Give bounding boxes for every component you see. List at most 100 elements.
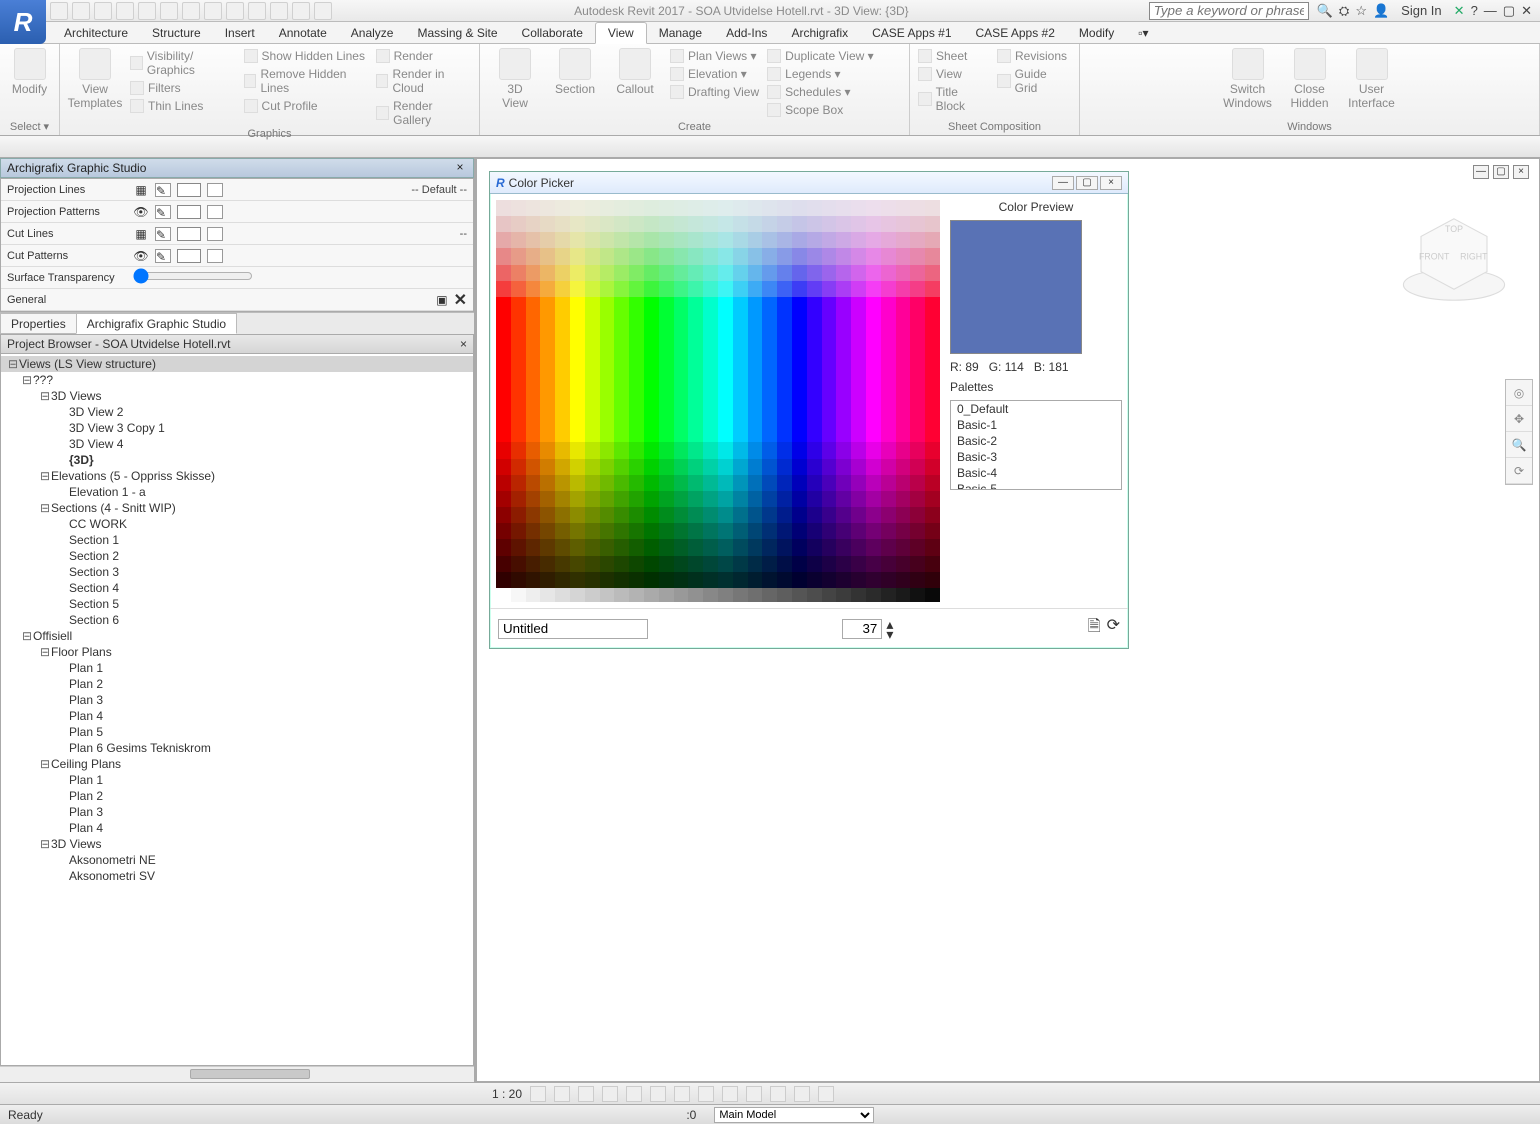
project-browser-tree[interactable]: ⊟Views (LS View structure)⊟???⊟3D Views3… [0, 354, 474, 1066]
tree-node[interactable]: Plan 1 [1, 772, 473, 788]
palettes-list[interactable]: 0_DefaultBasic-1Basic-2Basic-3Basic-4Bas… [950, 400, 1122, 490]
ribbon-tab-collaborate[interactable]: Collaborate [510, 23, 595, 43]
ribbon-scope-box[interactable]: Scope Box [767, 102, 874, 118]
save-palette-icon[interactable]: 🗎 [1088, 615, 1101, 642]
tree-node[interactable]: Section 2 [1, 548, 473, 564]
qat-3d-icon[interactable] [226, 2, 244, 20]
palette-item[interactable]: Basic-3 [951, 449, 1121, 465]
pen-icon[interactable]: ✎ [155, 249, 171, 263]
tree-node[interactable]: Section 1 [1, 532, 473, 548]
panel-tab-properties[interactable]: Properties [0, 313, 77, 334]
crop-region-icon[interactable] [674, 1086, 690, 1102]
tree-node[interactable]: ⊟3D Views [1, 388, 473, 404]
palette-item[interactable]: Basic-5 [951, 481, 1121, 490]
close-icon[interactable]: ✕ [1521, 3, 1532, 19]
pen-icon[interactable]: ✎ [155, 205, 171, 219]
tree-node[interactable]: 3D View 3 Copy 1 [1, 420, 473, 436]
pan-icon[interactable]: ✥ [1506, 406, 1532, 432]
tree-node[interactable]: ⊟Ceiling Plans [1, 756, 473, 772]
tree-node[interactable]: CC WORK [1, 516, 473, 532]
ribbon-filters[interactable]: Filters [130, 80, 236, 96]
qat-open-icon[interactable] [50, 2, 68, 20]
pattern-icon[interactable] [207, 249, 223, 263]
view-templates-button[interactable]: View Templates [68, 48, 122, 110]
ribbon-3d-view-button[interactable]: 3D View [488, 48, 542, 110]
tree-node[interactable]: Plan 1 [1, 660, 473, 676]
tree-node[interactable]: ⊟Offisiell [1, 628, 473, 644]
pattern-icon[interactable] [207, 227, 223, 241]
help-icon[interactable]: ? [1471, 3, 1478, 18]
color-swatch[interactable] [177, 249, 201, 263]
signin-button[interactable]: Sign In [1401, 3, 1441, 18]
qat-print-icon[interactable] [138, 2, 156, 20]
ribbon-cut-profile[interactable]: Cut Profile [244, 98, 368, 114]
favorite-icon[interactable]: ☆ [1355, 3, 1367, 19]
ribbon-show-hidden-lines[interactable]: Show Hidden Lines [244, 48, 368, 64]
ribbon-tab-case-apps-2[interactable]: CASE Apps #2 [964, 23, 1067, 43]
tree-hscrollbar[interactable] [0, 1066, 474, 1082]
orbit-icon[interactable]: ⟳ [1506, 458, 1532, 484]
tree-node[interactable]: Elevation 1 - a [1, 484, 473, 500]
palette-item[interactable]: Basic-2 [951, 433, 1121, 449]
qat-redo-icon[interactable] [116, 2, 134, 20]
visibility-toggle-icon[interactable]: 👁 [133, 205, 149, 219]
tree-node[interactable]: Section 5 [1, 596, 473, 612]
search-icon[interactable]: 🔍 [1317, 3, 1333, 19]
tree-node[interactable]: ⊟3D Views [1, 836, 473, 852]
detail-level-icon[interactable] [530, 1086, 546, 1102]
fullnav-icon[interactable]: ◎ [1506, 380, 1532, 406]
communicate-icon[interactable]: ⛭ [1339, 3, 1349, 19]
crop-icon[interactable] [650, 1086, 666, 1102]
tree-node[interactable]: Plan 6 Gesims Tekniskrom [1, 740, 473, 756]
ribbon-thin-lines[interactable]: Thin Lines [130, 98, 236, 114]
ribbon-user-interface-button[interactable]: User Interface [1345, 48, 1399, 110]
tree-node[interactable]: Plan 2 [1, 676, 473, 692]
temp-hide-icon[interactable] [722, 1086, 738, 1102]
ribbon-tab-archigrafix[interactable]: Archigrafix [779, 23, 860, 43]
ribbon-tab-analyze[interactable]: Analyze [339, 23, 406, 43]
visibility-toggle-icon[interactable]: 👁 [133, 249, 149, 263]
qat-dim-icon[interactable] [182, 2, 200, 20]
tree-node[interactable]: Plan 5 [1, 724, 473, 740]
tree-node[interactable]: 3D View 2 [1, 404, 473, 420]
tree-node[interactable]: Aksonometri SV [1, 868, 473, 884]
tree-node[interactable]: Section 3 [1, 564, 473, 580]
search-input[interactable] [1149, 2, 1309, 20]
maximize-icon[interactable]: ▢ [1503, 3, 1515, 19]
qat-close-icon[interactable] [292, 2, 310, 20]
ribbon-tab-view[interactable]: View [595, 22, 647, 44]
view-close-icon[interactable]: × [1513, 165, 1529, 179]
ribbon-tab-modify[interactable]: Modify [1067, 23, 1126, 43]
qat-measure-icon[interactable] [160, 2, 178, 20]
tree-node[interactable]: Section 4 [1, 580, 473, 596]
tree-node[interactable]: Section 6 [1, 612, 473, 628]
ribbon-elevation-[interactable]: Elevation ▾ [670, 66, 759, 82]
ribbon-duplicate-view-[interactable]: Duplicate View ▾ [767, 48, 874, 64]
ribbon-section-button[interactable]: Section [548, 48, 602, 110]
pen-icon[interactable]: ✎ [155, 227, 171, 241]
color-grid[interactable] [496, 200, 940, 588]
tree-node[interactable]: Plan 2 [1, 788, 473, 804]
ribbon-remove-hidden-lines[interactable]: Remove Hidden Lines [244, 66, 368, 96]
palette-item[interactable]: 0_Default [951, 401, 1121, 417]
ribbon-tab-manage[interactable]: Manage [647, 23, 714, 43]
reset-icon[interactable]: ✕ [454, 290, 467, 310]
tree-node[interactable]: ⊟Sections (4 - Snitt WIP) [1, 500, 473, 516]
ribbon-render-gallery[interactable]: Render Gallery [376, 98, 471, 128]
tree-node[interactable]: Aksonometri NE [1, 852, 473, 868]
constraints-icon[interactable] [770, 1086, 786, 1102]
ribbon-drafting-view[interactable]: Drafting View [670, 84, 759, 100]
ribbon-tab-add-ins[interactable]: Add-Ins [714, 23, 779, 43]
qat-switch-icon[interactable] [314, 2, 332, 20]
ribbon-render[interactable]: Render [376, 48, 471, 64]
palette-item[interactable]: Basic-1 [951, 417, 1121, 433]
ribbon-plan-views-[interactable]: Plan Views ▾ [670, 48, 759, 64]
ribbon-schedules-[interactable]: Schedules ▾ [767, 84, 874, 100]
ribbon-visibility-graphics[interactable]: Visibility/ Graphics [130, 48, 236, 78]
rendering-icon[interactable] [626, 1086, 642, 1102]
ribbon-guide-grid[interactable]: Guide Grid [997, 66, 1071, 96]
ribbon-tab-structure[interactable]: Structure [140, 23, 213, 43]
grayscale-row[interactable] [496, 588, 940, 602]
pen-icon[interactable]: ✎ [155, 183, 171, 197]
sunpath-icon[interactable] [578, 1086, 594, 1102]
